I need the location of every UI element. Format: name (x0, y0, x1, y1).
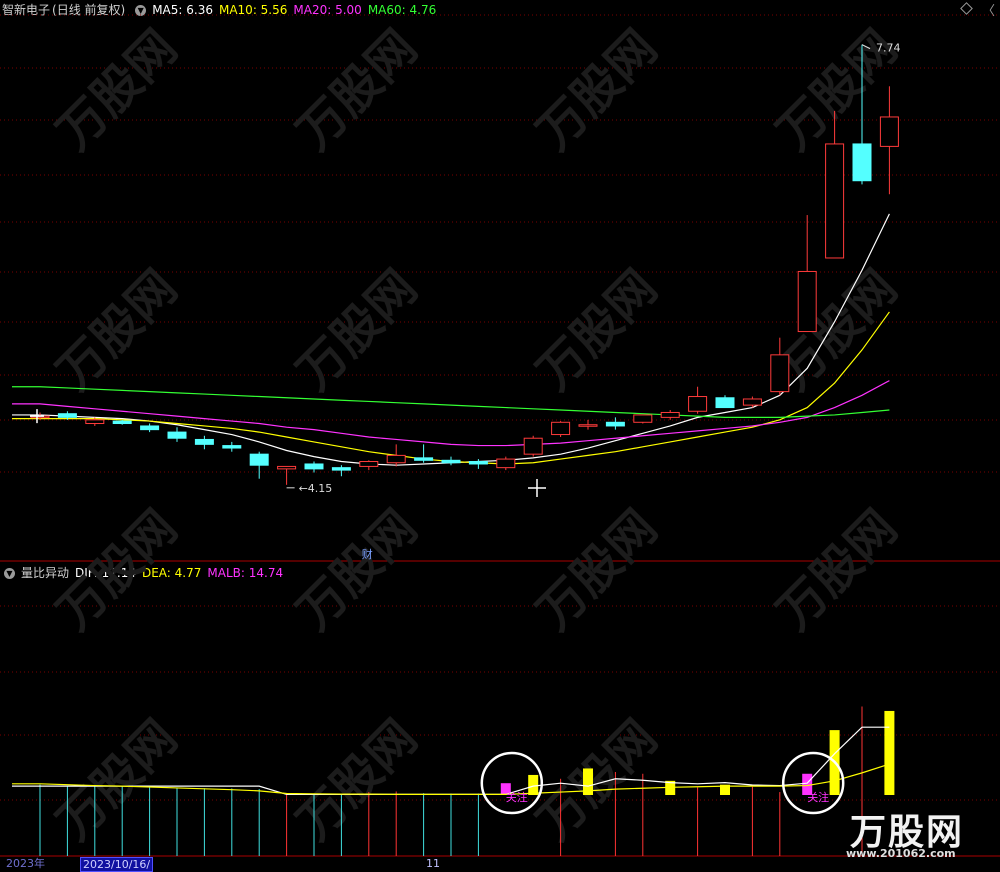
candle-body (359, 461, 379, 467)
finance-marker: 财 (362, 547, 373, 561)
candle-body (578, 424, 598, 427)
watermark-text: 万股网 (526, 499, 667, 640)
candle-body (797, 270, 817, 333)
volume-bar (884, 710, 895, 795)
watermark-text: 万股网 (46, 499, 187, 640)
candle-body (742, 398, 762, 406)
signal-label: 关注 (506, 790, 528, 804)
candle-body (112, 420, 132, 425)
candle-body (386, 454, 406, 464)
candle-body (715, 397, 735, 409)
watermark-url: www.201062.com (846, 847, 956, 860)
axis-label-date[interactable]: 2023/10/16/ (80, 857, 154, 872)
cross-marker (528, 479, 546, 497)
watermark-text: 万股网 (286, 499, 427, 640)
candle-body (879, 116, 899, 147)
candle-body (633, 414, 653, 423)
candle-body (85, 419, 105, 425)
candle-body (222, 445, 242, 449)
candle-body (825, 143, 845, 259)
candle-body (852, 143, 872, 182)
candle-body (140, 425, 160, 431)
candle-body (167, 431, 187, 439)
watermark-text: 万股网 (46, 259, 187, 400)
candle-body (57, 413, 77, 418)
ma-line-ma20 (12, 380, 890, 447)
signal-label: 关注 (807, 790, 829, 804)
candle-body (194, 438, 214, 445)
watermark-text: 万股网 (286, 709, 427, 850)
price-chart[interactable]: 万股网 万股网 万股网 万股网万股网 万股网 万股网 万股网万股网 万股网 万股网 万股网万股网万… (0, 0, 1000, 869)
candle-body (277, 465, 297, 470)
candle-body (660, 411, 680, 418)
candle-body (249, 453, 269, 466)
watermark-text: 万股网 (46, 19, 187, 160)
watermark-text: 万股网 (286, 19, 427, 160)
candle-body (304, 463, 324, 470)
volume-bar (528, 774, 539, 795)
candle-body (441, 459, 461, 464)
candle-body (414, 457, 434, 461)
candle-body (331, 467, 351, 471)
low-label: ←4.15 (299, 482, 333, 495)
candle-body (496, 458, 516, 469)
high-label: 7.74 (876, 42, 901, 55)
cross-marker (30, 409, 44, 424)
watermark-text: 万股网 (526, 19, 667, 160)
candle-body (688, 396, 708, 412)
candle-body (468, 461, 488, 465)
axis-label-year: 2023年 (6, 857, 45, 870)
watermark-text: 万股网 (286, 259, 427, 400)
candle-body (523, 437, 543, 455)
candle-body (770, 354, 790, 393)
watermark-text: 万股网 (526, 259, 667, 400)
candle-body (551, 421, 571, 436)
candle-body (605, 421, 625, 427)
axis-label-month: 11 (426, 857, 440, 870)
watermark-text: 万股网 (766, 499, 907, 640)
